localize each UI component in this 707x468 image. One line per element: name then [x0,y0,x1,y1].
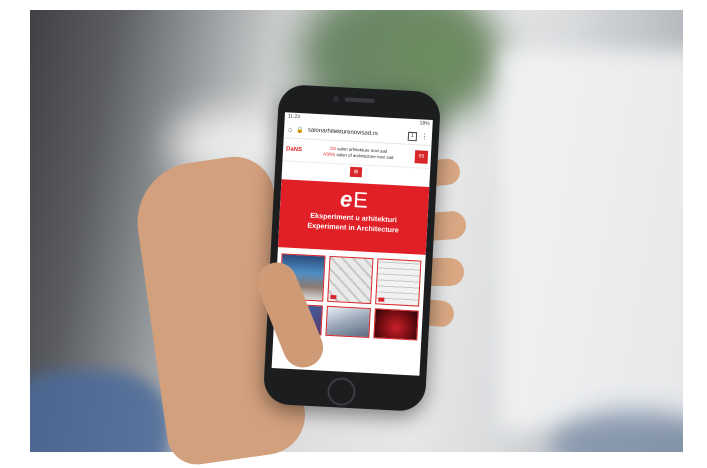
status-battery: 18% [419,120,430,127]
background-window [500,50,683,430]
hero-logo-italic: e [339,186,354,212]
salon-badge[interactable]: 55 [414,149,429,164]
home-button [326,376,357,407]
background-plant-leaves [390,20,480,90]
banner-line2-red: ASNS [323,151,336,157]
more-options-icon[interactable]: ⋮ [421,132,428,140]
red-tag [378,297,385,302]
project-thumbnail[interactable] [327,255,374,305]
hamburger-menu-icon[interactable]: ≡ [349,166,363,178]
project-thumbnail[interactable] [325,305,371,339]
url-text[interactable]: salonarhitekturenovisad.rs [308,128,404,139]
hero-logo-rest: E [352,187,370,213]
status-time: 11:23 [287,113,301,121]
earpiece-speaker [344,97,375,103]
project-thumbnail[interactable] [375,258,422,307]
home-icon[interactable]: ⌂ [288,126,293,133]
jeans-sleeve [30,370,170,452]
front-camera [332,95,339,103]
tabs-button[interactable]: 1 [407,131,418,141]
banner-text: SS salon arhitekture novi sad ASNS salon… [305,144,412,162]
lock-icon: 🔒 [296,127,304,134]
hero-section: eE Eksperiment u arhitekturi Experiment … [277,179,430,255]
project-thumbnail[interactable] [373,308,419,341]
red-tag [330,294,337,300]
site-logo[interactable]: DaNS [286,146,302,153]
